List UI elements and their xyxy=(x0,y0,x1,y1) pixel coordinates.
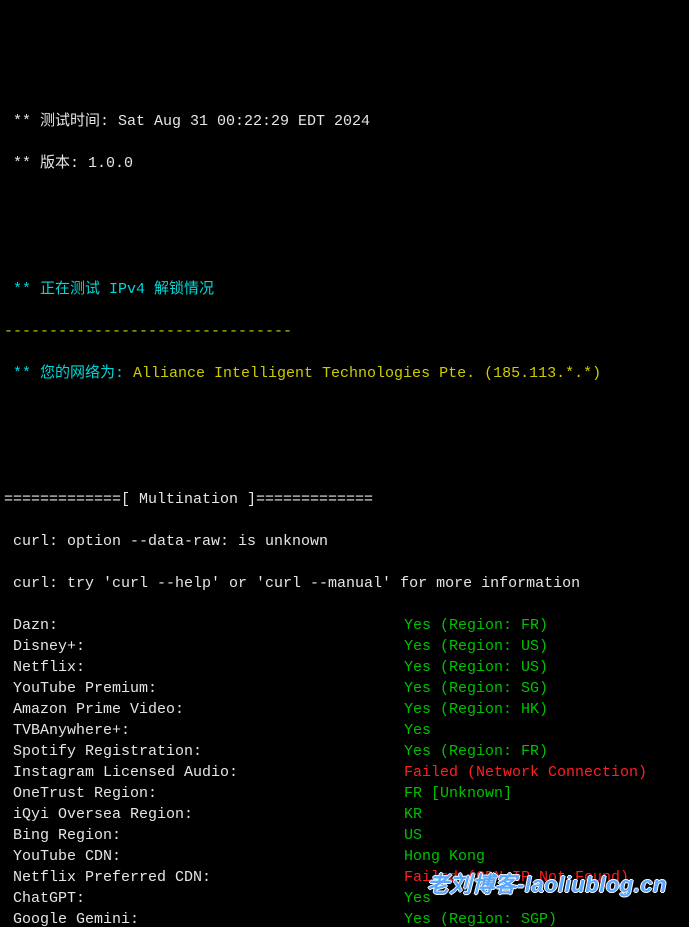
terminal-output: ** 测试时间: Sat Aug 31 00:22:29 EDT 2024 **… xyxy=(0,84,689,927)
blank xyxy=(4,237,685,258)
multination-row: Netflix:Yes (Region: US) xyxy=(4,657,685,678)
multination-row: OneTrust Region:FR [Unknown] xyxy=(4,783,685,804)
multination-row: Disney+:Yes (Region: US) xyxy=(4,636,685,657)
header-version: ** 版本: 1.0.0 xyxy=(4,153,685,174)
service-name: Instagram Licensed Audio: xyxy=(4,762,404,783)
dash-sep: -------------------------------- xyxy=(4,321,685,342)
service-result: Yes (Region: US) xyxy=(404,657,548,678)
multination-row: YouTube CDN:Hong Kong xyxy=(4,846,685,867)
multination-row: Dazn:Yes (Region: FR) xyxy=(4,615,685,636)
header-time: ** 测试时间: Sat Aug 31 00:22:29 EDT 2024 xyxy=(4,111,685,132)
service-name: Spotify Registration: xyxy=(4,741,404,762)
blank xyxy=(4,447,685,468)
service-name: ChatGPT: xyxy=(4,888,404,909)
service-name: Netflix Preferred CDN: xyxy=(4,867,404,888)
network-line: ** 您的网络为: Alliance Intelligent Technolog… xyxy=(4,363,685,384)
service-name: Google Gemini: xyxy=(4,909,404,927)
multination-row: Amazon Prime Video:Yes (Region: HK) xyxy=(4,699,685,720)
service-result: Yes (Region: SG) xyxy=(404,678,548,699)
service-result: Yes xyxy=(404,720,431,741)
multination-row: Instagram Licensed Audio:Failed (Network… xyxy=(4,762,685,783)
multination-row: Spotify Registration:Yes (Region: FR) xyxy=(4,741,685,762)
multination-sep: =============[ Multination ]============… xyxy=(4,489,685,510)
multination-row: YouTube Premium:Yes (Region: SG) xyxy=(4,678,685,699)
service-name: Disney+: xyxy=(4,636,404,657)
service-name: Dazn: xyxy=(4,615,404,636)
service-name: Bing Region: xyxy=(4,825,404,846)
service-result: Yes (Region: SGP) xyxy=(404,909,557,927)
service-result: Failed (Network Connection) xyxy=(404,762,647,783)
service-result: Yes (Region: US) xyxy=(404,636,548,657)
multination-row: Google Gemini:Yes (Region: SGP) xyxy=(4,909,685,927)
blank xyxy=(4,405,685,426)
service-result: Yes (Region: FR) xyxy=(404,741,548,762)
multination-row: TVBAnywhere+:Yes xyxy=(4,720,685,741)
multination-row: Netflix Preferred CDN:Failed (CDN IP Not… xyxy=(4,867,685,888)
service-result: KR xyxy=(404,804,422,825)
service-name: YouTube Premium: xyxy=(4,678,404,699)
ipv4-header: ** 正在测试 IPv4 解锁情况 xyxy=(4,279,685,300)
service-name: iQyi Oversea Region: xyxy=(4,804,404,825)
service-name: TVBAnywhere+: xyxy=(4,720,404,741)
service-name: YouTube CDN: xyxy=(4,846,404,867)
service-result: Hong Kong xyxy=(404,846,485,867)
blank xyxy=(4,195,685,216)
service-name: OneTrust Region: xyxy=(4,783,404,804)
curl-error-2: curl: try 'curl --help' or 'curl --manua… xyxy=(4,573,685,594)
service-result: FR [Unknown] xyxy=(404,783,512,804)
multination-row: iQyi Oversea Region:KR xyxy=(4,804,685,825)
service-result: Yes (Region: FR) xyxy=(404,615,548,636)
multination-row: Bing Region:US xyxy=(4,825,685,846)
service-result: Yes xyxy=(404,888,431,909)
curl-error-1: curl: option --data-raw: is unknown xyxy=(4,531,685,552)
service-result: Yes (Region: HK) xyxy=(404,699,548,720)
multination-rows: Dazn:Yes (Region: FR) Disney+:Yes (Regio… xyxy=(4,615,685,927)
service-name: Amazon Prime Video: xyxy=(4,699,404,720)
service-result: Failed (CDN IP Not Found) xyxy=(404,867,629,888)
service-result: US xyxy=(404,825,422,846)
multination-row: ChatGPT:Yes xyxy=(4,888,685,909)
service-name: Netflix: xyxy=(4,657,404,678)
